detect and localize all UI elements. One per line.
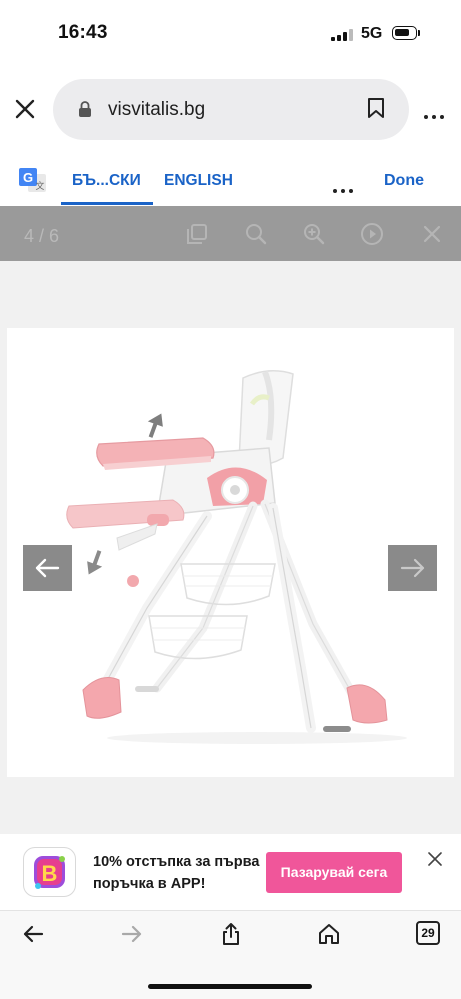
app-logo[interactable]: B — [23, 847, 76, 897]
share-icon[interactable] — [219, 922, 243, 946]
network-label: 5G — [361, 25, 383, 42]
target-language-tab[interactable]: ENGLISH — [164, 172, 233, 190]
tabs-button[interactable]: 29 — [416, 921, 440, 945]
zoom-in-icon[interactable] — [302, 222, 326, 246]
url-text[interactable]: visvitalis.bg — [108, 99, 205, 121]
home-indicator — [148, 984, 312, 989]
svg-text:B: B — [42, 861, 58, 886]
google-translate-icon: G 文 — [19, 168, 47, 194]
selected-language-indicator — [61, 202, 153, 205]
home-icon[interactable] — [317, 922, 341, 946]
gallery-toolbar — [0, 206, 461, 261]
fullscreen-icon[interactable] — [185, 222, 209, 246]
battery-icon — [392, 26, 417, 40]
source-language-tab[interactable]: БЪ...СКИ — [72, 172, 141, 190]
next-image-button[interactable] — [388, 545, 437, 591]
zoom-out-icon[interactable] — [244, 222, 268, 246]
gallery-close-icon[interactable] — [420, 222, 444, 246]
address-bar[interactable] — [53, 79, 409, 140]
more-icon[interactable] — [424, 106, 448, 124]
signal-icon — [331, 29, 353, 41]
svg-text:文: 文 — [35, 180, 44, 192]
shop-now-button[interactable]: Пазарувай сега — [266, 852, 402, 893]
promo-text: 10% отстъпка за първа поръчка в APP! — [93, 854, 260, 892]
back-icon[interactable] — [21, 922, 45, 946]
play-icon[interactable] — [360, 222, 384, 246]
svg-text:G: G — [23, 170, 33, 185]
translate-more-icon[interactable] — [333, 180, 357, 198]
battery-tip — [418, 30, 420, 36]
lock-icon — [78, 100, 92, 118]
previous-image-button[interactable] — [23, 545, 72, 591]
forward-icon[interactable] — [120, 922, 144, 946]
image-counter: 4 / 6 — [24, 226, 60, 246]
bookmark-icon[interactable] — [367, 97, 385, 119]
banner-close-icon[interactable] — [428, 852, 442, 866]
status-time: 16:43 — [58, 22, 108, 43]
done-button[interactable]: Done — [384, 172, 424, 190]
close-icon[interactable] — [14, 98, 36, 120]
product-image — [7, 328, 454, 777]
